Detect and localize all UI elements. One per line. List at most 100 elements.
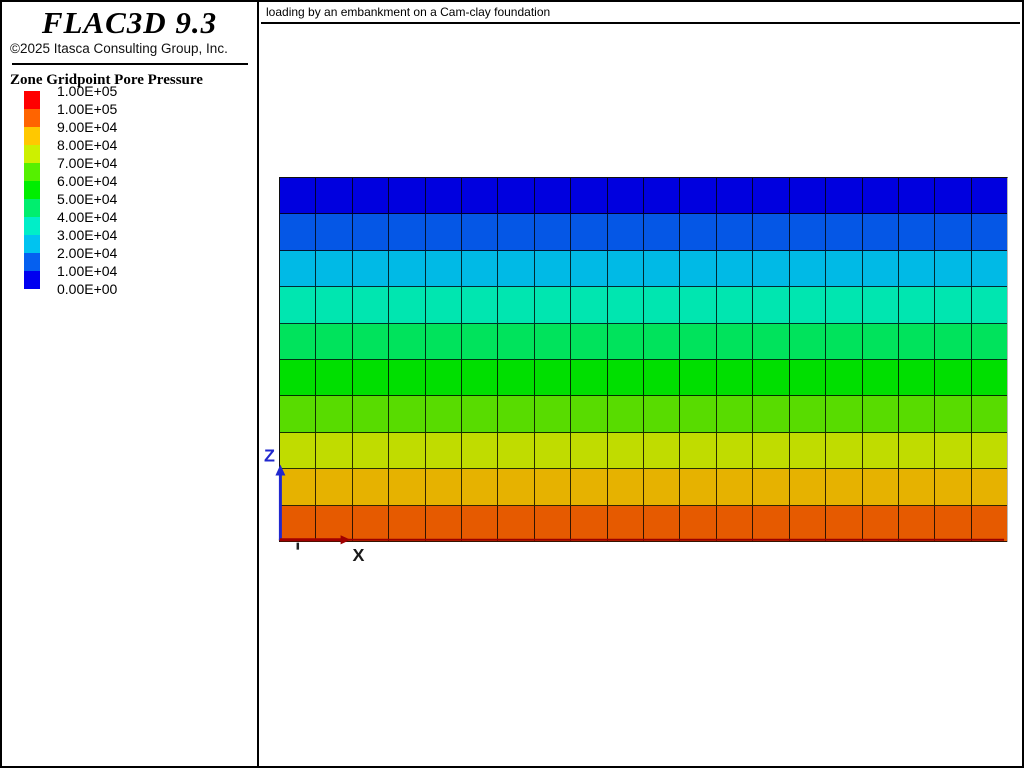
- zone-cell[interactable]: [534, 432, 572, 470]
- zone-cell[interactable]: [789, 323, 827, 361]
- zone-cell[interactable]: [571, 432, 608, 470]
- zone-cell[interactable]: [462, 396, 499, 433]
- zone-cell[interactable]: [462, 469, 499, 506]
- zone-cell[interactable]: [607, 432, 645, 470]
- zone-cell[interactable]: [898, 250, 936, 288]
- zone-cell[interactable]: [826, 323, 863, 361]
- zone-cell[interactable]: [425, 323, 463, 361]
- zone-cell[interactable]: [425, 505, 463, 543]
- zone-cell[interactable]: [316, 360, 353, 397]
- zone-cell[interactable]: [898, 214, 936, 251]
- zone-cell[interactable]: [534, 214, 572, 251]
- zone-cell[interactable]: [644, 505, 681, 543]
- zone-cell[interactable]: [862, 469, 899, 506]
- zone-cell[interactable]: [316, 178, 353, 215]
- zone-cell[interactable]: [607, 323, 645, 361]
- zone-cell[interactable]: [607, 250, 645, 288]
- zone-cell[interactable]: [534, 505, 572, 543]
- zone-cell[interactable]: [571, 287, 608, 324]
- zone-cell[interactable]: [498, 287, 535, 324]
- zone-cell[interactable]: [935, 432, 972, 470]
- zone-cell[interactable]: [789, 178, 827, 215]
- zone-cell[interactable]: [716, 178, 754, 215]
- zone-cell[interactable]: [352, 214, 390, 251]
- zone-cell[interactable]: [862, 250, 899, 288]
- zone-cell[interactable]: [607, 287, 645, 324]
- zone-cell[interactable]: [935, 396, 972, 433]
- zone-cell[interactable]: [607, 396, 645, 433]
- zone-cell[interactable]: [462, 214, 499, 251]
- zone-cell[interactable]: [753, 469, 790, 506]
- zone-cell[interactable]: [389, 178, 426, 215]
- zone-cell[interactable]: [971, 360, 1008, 397]
- zone-cell[interactable]: [644, 432, 681, 470]
- zone-cell[interactable]: [352, 432, 390, 470]
- zone-cell[interactable]: [280, 469, 317, 506]
- zone-cell[interactable]: [935, 360, 972, 397]
- zone-cell[interactable]: [680, 250, 717, 288]
- zone-cell[interactable]: [462, 432, 499, 470]
- zone-cell[interactable]: [316, 250, 353, 288]
- zone-cell[interactable]: [498, 469, 535, 506]
- zone-cell[interactable]: [352, 469, 390, 506]
- zone-cell[interactable]: [862, 214, 899, 251]
- zone-cell[interactable]: [971, 287, 1008, 324]
- zone-cell[interactable]: [644, 214, 681, 251]
- zone-cell[interactable]: [462, 250, 499, 288]
- zone-cell[interactable]: [316, 505, 353, 543]
- zone-cell[interactable]: [352, 323, 390, 361]
- zone-cell[interactable]: [789, 214, 827, 251]
- zone-cell[interactable]: [498, 250, 535, 288]
- zone-cell[interactable]: [607, 360, 645, 397]
- zone-cell[interactable]: [280, 250, 317, 288]
- zone-cell[interactable]: [716, 505, 754, 543]
- zone-cell[interactable]: [935, 178, 972, 215]
- zone-cell[interactable]: [389, 323, 426, 361]
- zone-cell[interactable]: [753, 323, 790, 361]
- zone-cell[interactable]: [898, 505, 936, 543]
- zone-cell[interactable]: [898, 432, 936, 470]
- zone-cell[interactable]: [716, 323, 754, 361]
- zone-cell[interactable]: [753, 505, 790, 543]
- zone-cell[interactable]: [352, 287, 390, 324]
- zone-cell[interactable]: [571, 396, 608, 433]
- zone-cell[interactable]: [425, 360, 463, 397]
- zone-cell[interactable]: [789, 505, 827, 543]
- zone-cell[interactable]: [571, 214, 608, 251]
- zone-cell[interactable]: [352, 250, 390, 288]
- zone-cell[interactable]: [898, 360, 936, 397]
- zone-cell[interactable]: [280, 287, 317, 324]
- zone-cell[interactable]: [607, 469, 645, 506]
- zone-cell[interactable]: [425, 469, 463, 506]
- zone-cell[interactable]: [498, 214, 535, 251]
- zone-cell[interactable]: [716, 250, 754, 288]
- zone-cell[interactable]: [680, 323, 717, 361]
- zone-cell[interactable]: [534, 396, 572, 433]
- zone-cell[interactable]: [534, 250, 572, 288]
- zone-cell[interactable]: [425, 178, 463, 215]
- zone-cell[interactable]: [425, 432, 463, 470]
- zone-cell[interactable]: [826, 505, 863, 543]
- zone-cell[interactable]: [316, 323, 353, 361]
- zone-cell[interactable]: [971, 250, 1008, 288]
- zone-cell[interactable]: [389, 469, 426, 506]
- zone-cell[interactable]: [389, 432, 426, 470]
- zone-contour-grid[interactable]: [279, 177, 1008, 543]
- zone-cell[interactable]: [716, 469, 754, 506]
- zone-cell[interactable]: [425, 396, 463, 433]
- zone-cell[interactable]: [789, 360, 827, 397]
- zone-cell[interactable]: [826, 287, 863, 324]
- zone-cell[interactable]: [534, 360, 572, 397]
- zone-cell[interactable]: [862, 505, 899, 543]
- zone-cell[interactable]: [826, 178, 863, 215]
- zone-cell[interactable]: [716, 360, 754, 397]
- zone-cell[interactable]: [644, 396, 681, 433]
- zone-cell[interactable]: [680, 505, 717, 543]
- zone-cell[interactable]: [571, 360, 608, 397]
- zone-cell[interactable]: [425, 287, 463, 324]
- zone-cell[interactable]: [425, 214, 463, 251]
- zone-cell[interactable]: [280, 360, 317, 397]
- zone-cell[interactable]: [935, 505, 972, 543]
- zone-cell[interactable]: [571, 469, 608, 506]
- zone-cell[interactable]: [935, 469, 972, 506]
